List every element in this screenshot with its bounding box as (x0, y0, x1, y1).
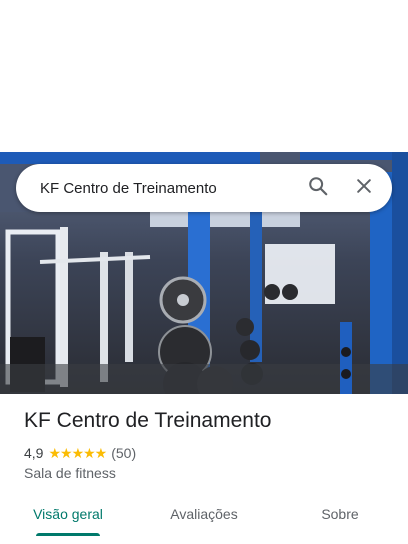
active-tab-indicator (36, 533, 100, 536)
rating-row[interactable]: 4,9 ★★★★★ (50) (24, 444, 136, 462)
tab-reviews[interactable]: Avaliações (136, 492, 272, 536)
place-title: KF Centro de Treinamento (24, 409, 272, 432)
tab-about[interactable]: Sobre (272, 492, 408, 536)
place-page: KF Centro de Treinamento KF Centro de Tr… (0, 0, 408, 544)
tab-label: Avaliações (170, 506, 238, 522)
review-count[interactable]: (50) (111, 445, 136, 461)
search-icon (307, 175, 329, 202)
tab-label: Visão geral (33, 506, 103, 522)
search-button[interactable] (298, 168, 338, 208)
tab-bar: Visão geral Avaliações Sobre (0, 492, 408, 536)
star-rating-icon: ★★★★★ (48, 445, 107, 461)
stars-label: ★★★★★ (48, 445, 107, 461)
tab-overview[interactable]: Visão geral (0, 492, 136, 536)
tab-label: Sobre (321, 506, 359, 522)
place-category[interactable]: Sala de fitness (24, 465, 116, 481)
search-bar[interactable]: KF Centro de Treinamento (16, 164, 392, 212)
search-input[interactable]: KF Centro de Treinamento (16, 180, 298, 197)
rating-value: 4,9 (24, 445, 44, 461)
close-icon (354, 176, 374, 201)
close-button[interactable] (344, 168, 384, 208)
